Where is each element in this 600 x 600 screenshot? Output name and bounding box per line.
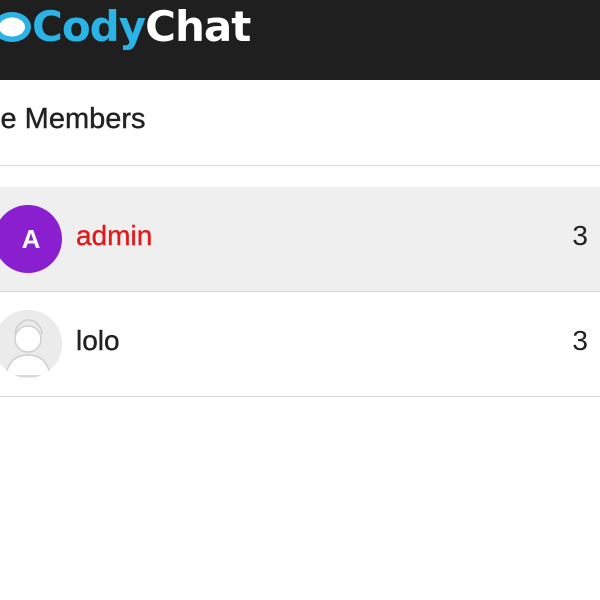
logo-word-chat: Chat (145, 2, 251, 51)
member-list: A admin 3 lolo 3 (0, 187, 600, 397)
chat-bubble-icon (0, 12, 31, 42)
default-avatar-icon[interactable] (0, 310, 62, 378)
member-name[interactable]: lolo (76, 325, 120, 357)
member-count: 3 (572, 220, 588, 251)
logo-word-cody: Cody (32, 2, 146, 51)
avatar[interactable]: A (0, 205, 62, 273)
logo-wordmark: CodyChat (32, 2, 251, 51)
panel-header: ce Members (0, 80, 600, 166)
member-row-admin[interactable]: A admin 3 (0, 187, 600, 292)
person-silhouette-icon (0, 310, 62, 378)
member-name[interactable]: admin (76, 220, 153, 252)
top-header: CodyChat (0, 0, 600, 80)
panel-title: ce Members (0, 103, 146, 135)
app-logo[interactable]: CodyChat (0, 0, 251, 80)
member-row-lolo[interactable]: lolo 3 (0, 292, 600, 397)
member-count: 3 (572, 325, 588, 356)
